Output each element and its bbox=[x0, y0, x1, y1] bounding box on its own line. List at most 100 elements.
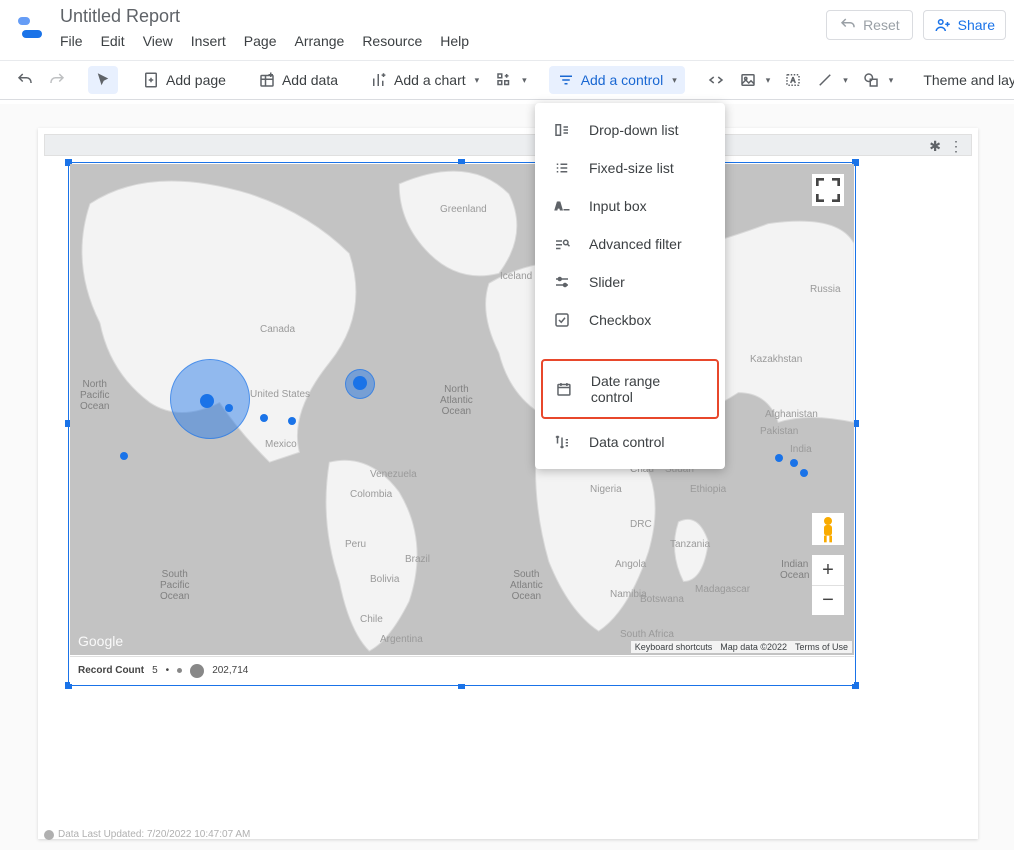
control-slider[interactable]: Slider bbox=[535, 263, 725, 301]
geo-chart-selection[interactable]: North Pacific Ocean North Atlantic Ocean… bbox=[68, 162, 856, 686]
line-button[interactable] bbox=[810, 66, 854, 94]
terms-link[interactable]: Terms of Use bbox=[795, 642, 848, 652]
legend-dot-big bbox=[190, 664, 204, 678]
shape-button[interactable] bbox=[856, 66, 900, 94]
community-vis-button[interactable] bbox=[489, 66, 533, 94]
calendar-icon bbox=[555, 380, 573, 398]
menu-file[interactable]: File bbox=[60, 33, 83, 49]
apps-plus-icon bbox=[495, 71, 513, 89]
keyboard-shortcuts-link[interactable]: Keyboard shortcuts bbox=[635, 642, 713, 652]
map-footer: Keyboard shortcuts Map data ©2022 Terms … bbox=[631, 641, 852, 653]
control-checkbox[interactable]: Checkbox bbox=[535, 301, 725, 339]
item-label: Slider bbox=[589, 274, 625, 290]
code-icon bbox=[707, 71, 725, 89]
add-control-menu: Drop-down list Fixed-size list Input box… bbox=[535, 103, 725, 469]
menu-edit[interactable]: Edit bbox=[101, 33, 125, 49]
page-header-placeholder[interactable]: ✱ ⋮ bbox=[44, 134, 972, 156]
legend-dot-small bbox=[177, 668, 182, 673]
app-header: Untitled Report File Edit View Insert Pa… bbox=[0, 0, 1014, 60]
cursor-icon bbox=[94, 71, 112, 89]
add-chart-button[interactable]: Add a chart bbox=[362, 66, 487, 94]
item-label: Checkbox bbox=[589, 312, 651, 328]
info-icon bbox=[44, 830, 54, 840]
fullscreen-button[interactable] bbox=[812, 174, 844, 206]
reset-button[interactable]: Reset bbox=[826, 10, 913, 40]
image-button[interactable] bbox=[733, 66, 777, 94]
app-logo bbox=[12, 10, 48, 46]
redo-icon bbox=[48, 71, 66, 89]
add-control-label: Add a control bbox=[581, 72, 664, 88]
item-label: Drop-down list bbox=[589, 122, 678, 138]
data-plus-icon bbox=[258, 71, 276, 89]
menu-arrange[interactable]: Arrange bbox=[295, 33, 345, 49]
zoom-controls: + − bbox=[812, 555, 844, 615]
item-label: Advanced filter bbox=[589, 236, 682, 252]
list-icon bbox=[553, 159, 571, 177]
data-bubble bbox=[353, 376, 367, 390]
add-control-button[interactable]: Add a control bbox=[549, 66, 685, 94]
zoom-out-button[interactable]: − bbox=[812, 585, 844, 615]
data-bubble bbox=[800, 469, 808, 477]
data-bubble bbox=[775, 454, 783, 462]
menu-insert[interactable]: Insert bbox=[191, 33, 226, 49]
image-icon bbox=[739, 71, 757, 89]
theme-label: Theme and layout bbox=[923, 72, 1014, 88]
item-label: Date range control bbox=[591, 373, 705, 405]
control-fixed-list[interactable]: Fixed-size list bbox=[535, 149, 725, 187]
menu-view[interactable]: View bbox=[143, 33, 173, 49]
data-bubble bbox=[790, 459, 798, 467]
doc-title[interactable]: Untitled Report bbox=[56, 4, 826, 29]
google-logo: Google bbox=[78, 633, 123, 649]
add-page-label: Add page bbox=[166, 72, 226, 88]
line-icon bbox=[816, 71, 834, 89]
control-date-range[interactable]: Date range control bbox=[541, 359, 719, 419]
select-tool[interactable] bbox=[88, 66, 118, 94]
add-data-button[interactable]: Add data bbox=[250, 66, 346, 94]
page-plus-icon bbox=[142, 71, 160, 89]
map-pane[interactable]: North Pacific Ocean North Atlantic Ocean… bbox=[70, 164, 854, 655]
canvas[interactable]: ✱ ⋮ bbox=[0, 104, 1014, 850]
undo-button[interactable] bbox=[10, 66, 40, 94]
slider-icon bbox=[553, 273, 571, 291]
menu-resource[interactable]: Resource bbox=[362, 33, 422, 49]
control-advanced-filter[interactable]: Advanced filter bbox=[535, 225, 725, 263]
auto-fix-icon[interactable]: ✱ bbox=[929, 138, 941, 155]
checkbox-icon bbox=[553, 311, 571, 329]
theme-layout-button[interactable]: Theme and layout bbox=[915, 67, 1014, 93]
data-bubble bbox=[260, 414, 268, 422]
menu-page[interactable]: Page bbox=[244, 33, 277, 49]
shape-icon bbox=[862, 71, 880, 89]
pegman-button[interactable] bbox=[812, 513, 844, 545]
chart-plus-icon bbox=[370, 71, 388, 89]
person-plus-icon bbox=[934, 16, 952, 34]
more-icon[interactable]: ⋮ bbox=[949, 138, 963, 155]
add-chart-label: Add a chart bbox=[394, 72, 466, 88]
chart-legend: Record Count 5 • 202,714 bbox=[70, 656, 854, 684]
legend-min: 5 bbox=[152, 665, 158, 676]
control-input-box[interactable]: Input box bbox=[535, 187, 725, 225]
text-box-icon bbox=[784, 71, 802, 89]
map-data-label: Map data ©2022 bbox=[720, 642, 787, 652]
menu-help[interactable]: Help bbox=[440, 33, 469, 49]
menu-bar: File Edit View Insert Page Arrange Resou… bbox=[56, 29, 826, 49]
share-label: Share bbox=[958, 17, 995, 33]
dropdown-icon bbox=[553, 121, 571, 139]
undo-arrow-icon bbox=[839, 16, 857, 34]
input-icon bbox=[553, 197, 571, 215]
toolbar: Add page Add data Add a chart Add a cont… bbox=[0, 60, 1014, 100]
add-page-button[interactable]: Add page bbox=[134, 66, 234, 94]
page-footer-info: Data Last Updated: 7/20/2022 10:47:07 AM bbox=[44, 829, 250, 840]
add-data-label: Add data bbox=[282, 72, 338, 88]
report-page[interactable]: ✱ ⋮ bbox=[38, 128, 978, 839]
data-swap-icon bbox=[553, 433, 571, 451]
embed-button[interactable] bbox=[701, 66, 731, 94]
zoom-in-button[interactable]: + bbox=[812, 555, 844, 585]
filter-icon bbox=[557, 71, 575, 89]
share-button[interactable]: Share bbox=[923, 10, 1006, 40]
control-data-control[interactable]: Data control bbox=[535, 423, 725, 461]
data-bubble bbox=[288, 417, 296, 425]
text-button[interactable] bbox=[778, 66, 808, 94]
control-dropdown-list[interactable]: Drop-down list bbox=[535, 111, 725, 149]
redo-button[interactable] bbox=[42, 66, 72, 94]
data-bubble bbox=[225, 404, 233, 412]
